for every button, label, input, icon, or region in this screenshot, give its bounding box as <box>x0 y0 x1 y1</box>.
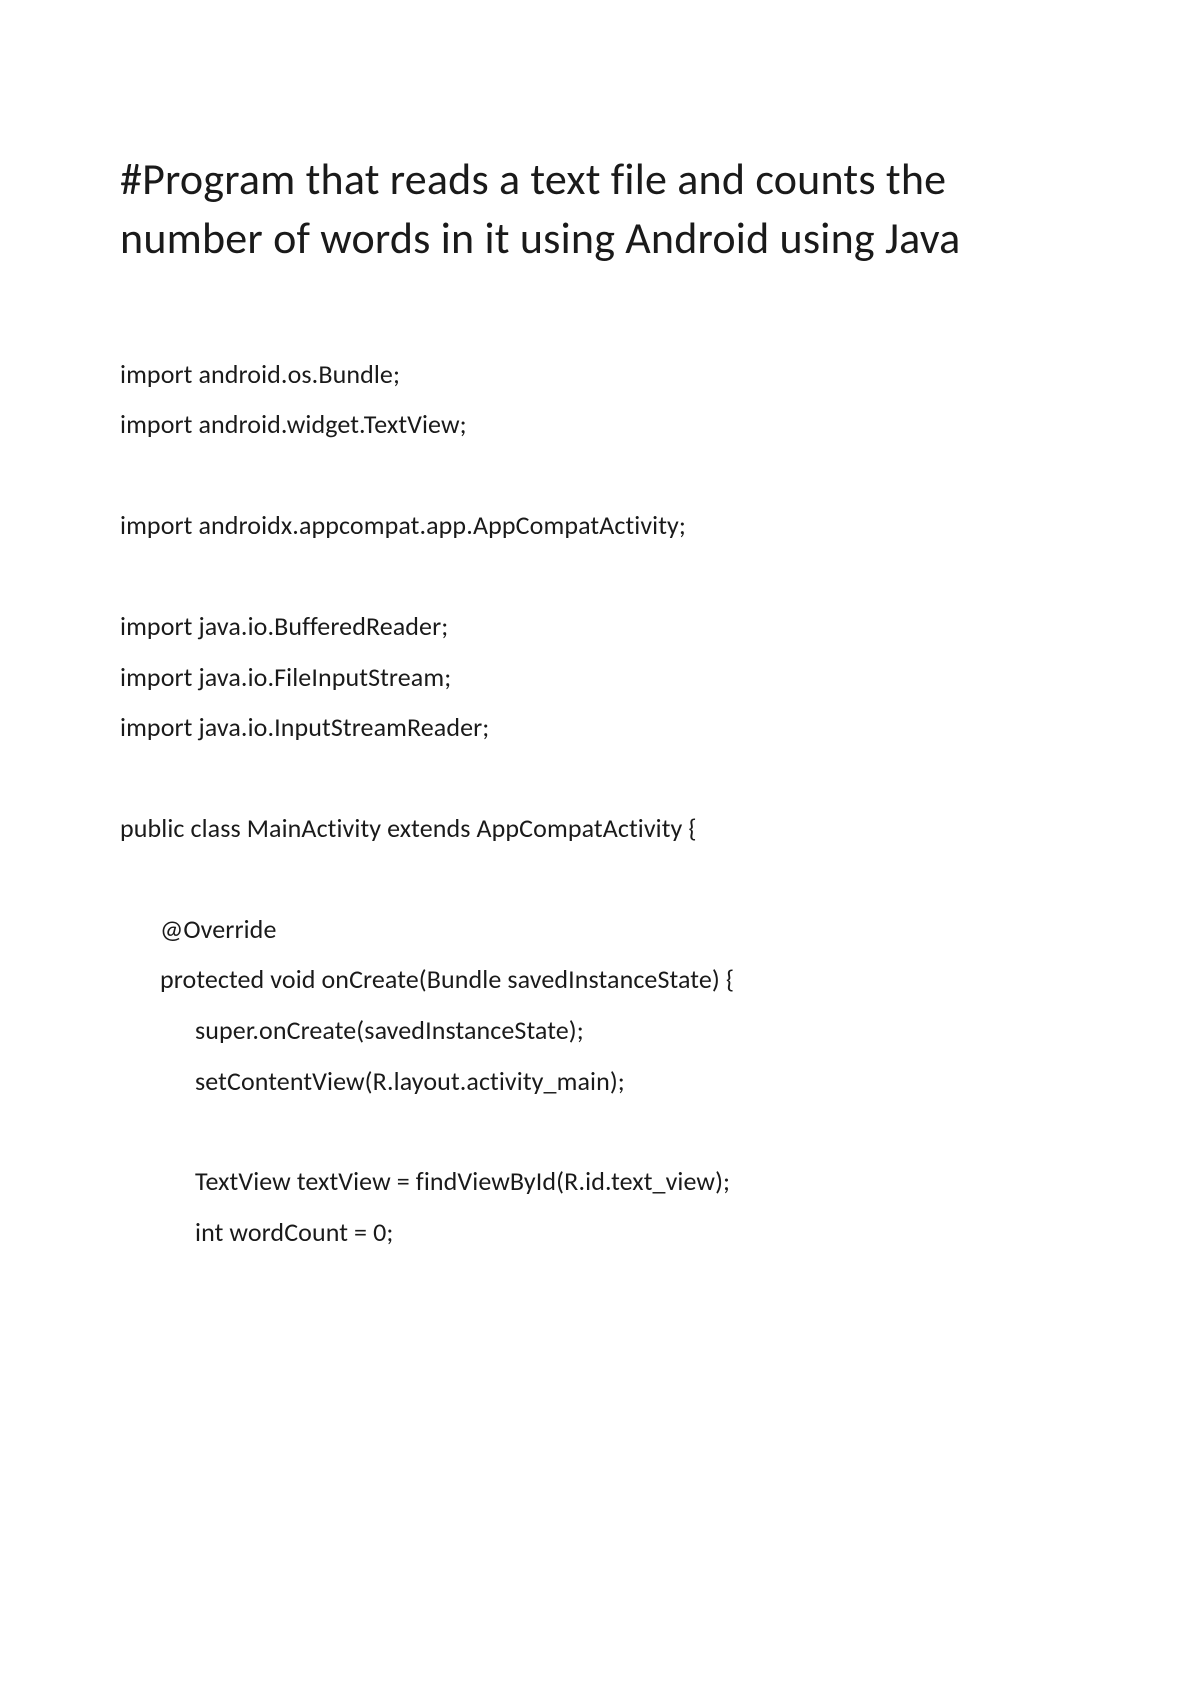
code-line: import androidx.appcompat.app.AppCompatA… <box>120 500 1080 551</box>
code-line: import android.widget.TextView; <box>120 399 1080 450</box>
code-line: protected void onCreate(Bundle savedInst… <box>120 954 1080 1005</box>
document-title: #Program that reads a text file and coun… <box>120 150 1080 269</box>
code-line: import java.io.BufferedReader; <box>120 601 1080 652</box>
blank-line <box>120 1106 1080 1156</box>
code-line: super.onCreate(savedInstanceState); <box>120 1005 1080 1056</box>
code-line: setContentView(R.layout.activity_main); <box>120 1056 1080 1107</box>
code-block: import android.os.Bundle; import android… <box>120 349 1080 1258</box>
code-line: public class MainActivity extends AppCom… <box>120 803 1080 854</box>
blank-line <box>120 753 1080 803</box>
code-line: import android.os.Bundle; <box>120 349 1080 400</box>
code-line: @Override <box>120 904 1080 955</box>
code-line: import java.io.InputStreamReader; <box>120 702 1080 753</box>
blank-line <box>120 450 1080 500</box>
blank-line <box>120 551 1080 601</box>
code-line: import java.io.FileInputStream; <box>120 652 1080 703</box>
code-line: TextView textView = findViewById(R.id.te… <box>120 1156 1080 1207</box>
code-line: int wordCount = 0; <box>120 1207 1080 1258</box>
blank-line <box>120 854 1080 904</box>
